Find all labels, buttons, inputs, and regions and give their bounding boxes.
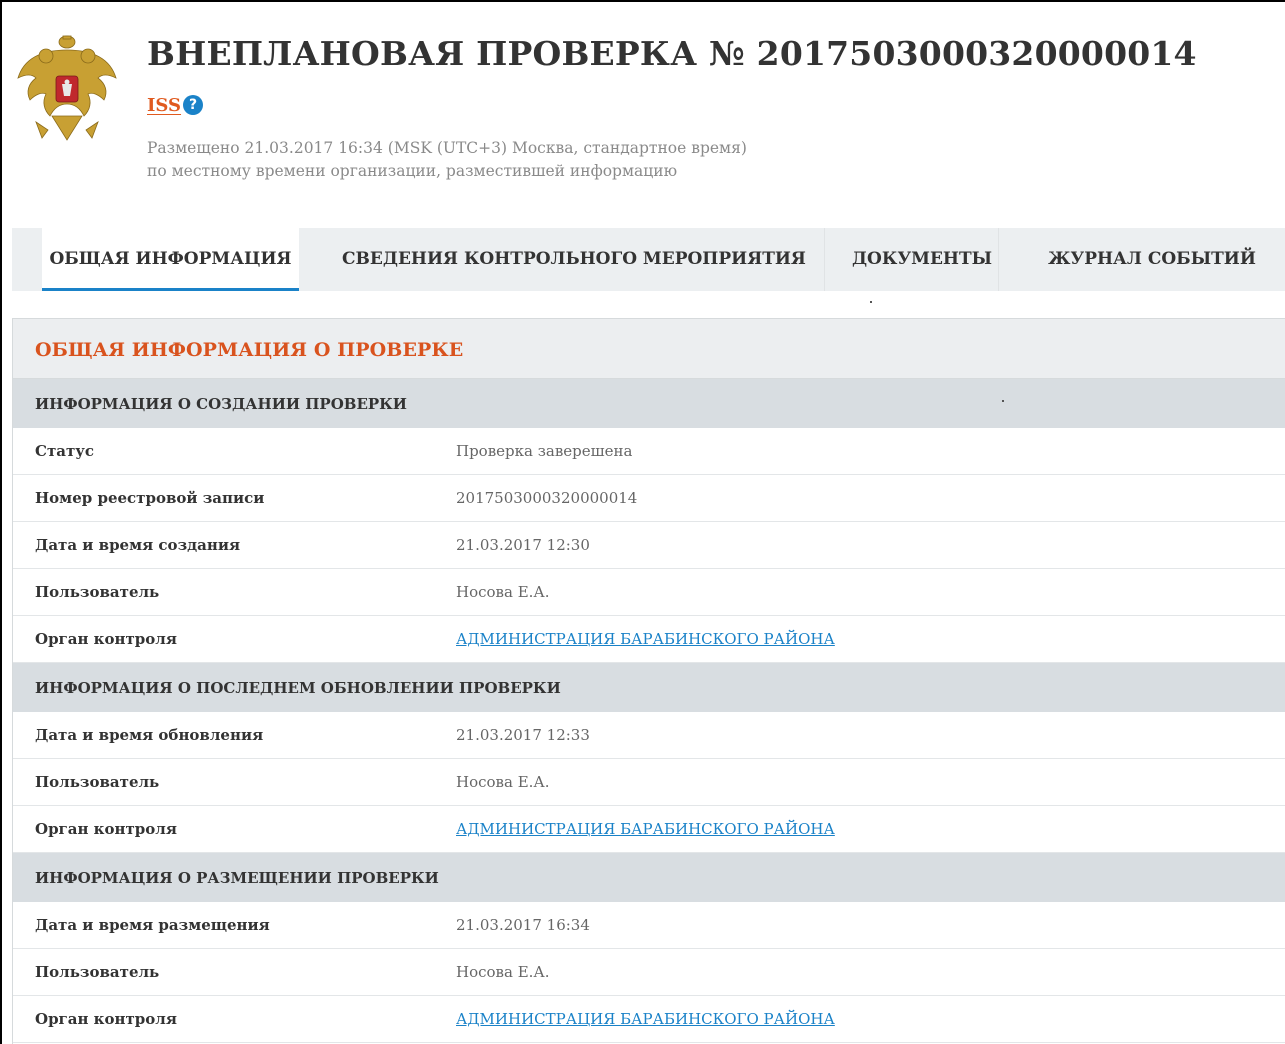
section-header-update: ИНФОРМАЦИЯ О ПОСЛЕДНЕМ ОБНОВЛЕНИИ ПРОВЕР… [13,663,1285,712]
question-circle-icon[interactable]: ? [183,95,204,115]
table-row: Орган контроля АДМИНИСТРАЦИЯ БАРАБИНСКОГ… [13,996,1285,1043]
row-label: Пользователь [35,773,160,791]
control-body-link[interactable]: АДМИНИСТРАЦИЯ БАРАБИНСКОГО РАЙОНА [456,630,835,648]
iss-link[interactable]: ISS [147,95,181,116]
tab-separator [998,228,999,291]
coat-of-arms-icon [17,35,117,141]
row-label: Пользователь [35,583,160,601]
panel-title: ОБЩАЯ ИНФОРМАЦИЯ О ПРОВЕРКЕ [13,319,1285,379]
table-row: Номер реестровой записи 2017503000320000… [13,475,1285,522]
row-value: АДМИНИСТРАЦИЯ БАРАБИНСКОГО РАЙОНА [456,616,835,662]
row-label: Дата и время обновления [35,726,264,744]
control-body-link[interactable]: АДМИНИСТРАЦИЯ БАРАБИНСКОГО РАЙОНА [456,820,835,838]
table-row: Пользователь Носова Е.А. [13,759,1285,806]
row-label: Статус [35,442,94,460]
tab-event-log[interactable]: ЖУРНАЛ СОБЫТИЙ [1032,228,1272,291]
tab-documents[interactable]: ДОКУМЕНТЫ [842,228,1002,291]
posted-info: Размещено 21.03.2017 16:34 (MSK (UTC+3) … [147,137,747,183]
row-value: 21.03.2017 16:34 [456,916,590,934]
general-info-panel: ОБЩАЯ ИНФОРМАЦИЯ О ПРОВЕРКЕ ИНФОРМАЦИЯ О… [12,318,1285,1044]
row-label: Орган контроля [35,820,177,838]
table-row: Статус Проверка заверешена [13,428,1285,475]
posted-line-2: по местному времени организации, размест… [147,162,678,180]
iss-row: ISS ? [147,92,204,118]
table-row: Орган контроля АДМИНИСТРАЦИЯ БАРАБИНСКОГ… [13,616,1285,663]
page-header: ВНЕПЛАНОВАЯ ПРОВЕРКА № 20175030003200000… [0,0,1285,225]
row-label: Номер реестровой записи [35,489,265,507]
page-title: ВНЕПЛАНОВАЯ ПРОВЕРКА № 20175030003200000… [147,34,1197,73]
tab-separator [824,228,825,291]
section-header-placement: ИНФОРМАЦИЯ О РАЗМЕЩЕНИИ ПРОВЕРКИ [13,853,1285,902]
section-header-creation: ИНФОРМАЦИЯ О СОЗДАНИИ ПРОВЕРКИ [13,379,1285,428]
stray-dot [870,301,872,303]
row-label: Пользователь [35,963,160,981]
row-value: АДМИНИСТРАЦИЯ БАРАБИНСКОГО РАЙОНА [456,806,835,852]
tab-general-info[interactable]: ОБЩАЯ ИНФОРМАЦИЯ [42,228,299,291]
row-label: Орган контроля [35,1010,177,1028]
row-label: Дата и время создания [35,536,241,554]
table-row: Пользователь Носова Е.А. [13,569,1285,616]
tab-control-event[interactable]: СВЕДЕНИЯ КОНТРОЛЬНОГО МЕРОПРИЯТИЯ [342,228,806,291]
row-value: Носова Е.А. [456,773,550,791]
table-row: Орган контроля АДМИНИСТРАЦИЯ БАРАБИНСКОГ… [13,806,1285,853]
row-value: 21.03.2017 12:33 [456,726,590,744]
row-value: Носова Е.А. [456,583,550,601]
row-label: Орган контроля [35,630,177,648]
row-value: 2017503000320000014 [456,489,638,507]
row-value: 21.03.2017 12:30 [456,536,590,554]
table-row: Дата и время обновления 21.03.2017 12:33 [13,712,1285,759]
posted-line-1: Размещено 21.03.2017 16:34 (MSK (UTC+3) … [147,139,747,157]
stray-dot [1002,400,1004,402]
row-value: Носова Е.А. [456,963,550,981]
control-body-link[interactable]: АДМИНИСТРАЦИЯ БАРАБИНСКОГО РАЙОНА [456,1010,835,1028]
table-row: Дата и время создания 21.03.2017 12:30 [13,522,1285,569]
row-label: Дата и время размещения [35,916,270,934]
table-row: Дата и время размещения 21.03.2017 16:34 [13,902,1285,949]
tab-bar: ОБЩАЯ ИНФОРМАЦИЯ СВЕДЕНИЯ КОНТРОЛЬНОГО М… [12,228,1285,291]
table-row: Пользователь Носова Е.А. [13,949,1285,996]
row-value: АДМИНИСТРАЦИЯ БАРАБИНСКОГО РАЙОНА [456,996,835,1042]
row-value: Проверка заверешена [456,442,633,460]
